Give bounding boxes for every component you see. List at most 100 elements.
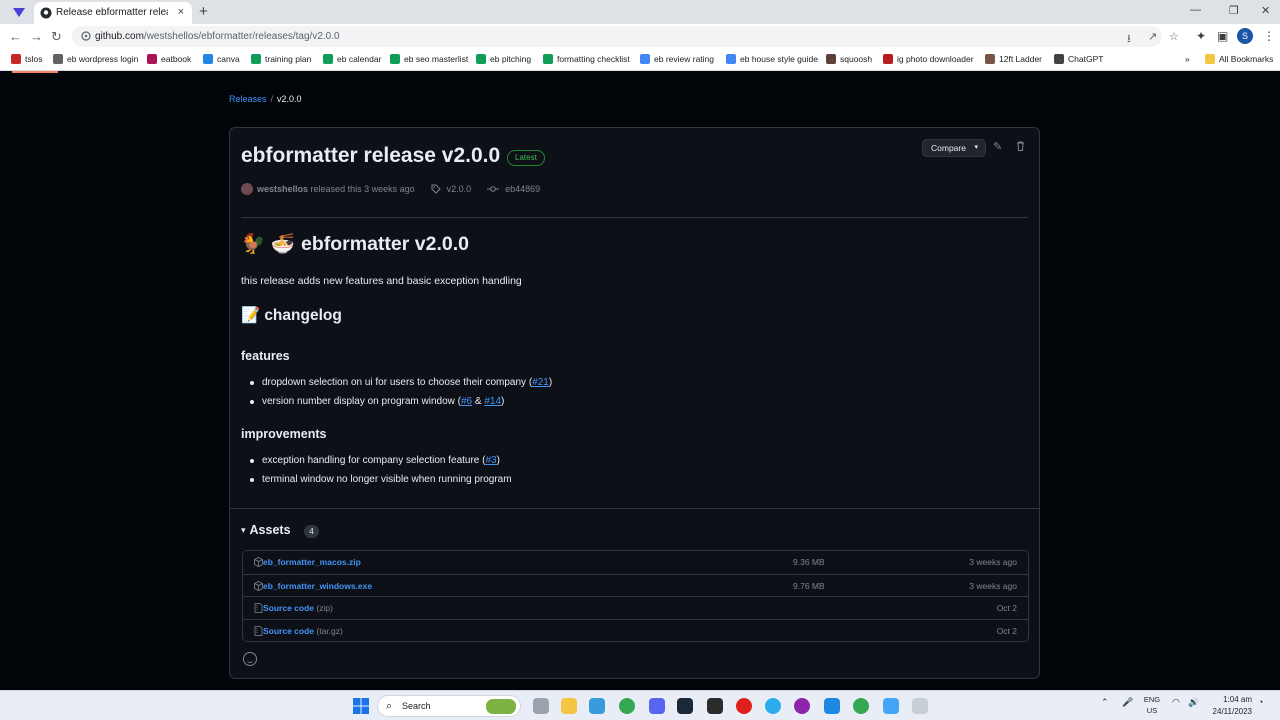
telegram-icon[interactable] [765, 698, 781, 714]
site-info-icon[interactable] [81, 31, 91, 41]
list-item-text-end: ) [496, 455, 500, 466]
wifi-icon[interactable]: ◠ [1172, 697, 1180, 708]
issue-link[interactable]: #3 [485, 455, 496, 466]
add-reaction-smiley-icon[interactable] [243, 652, 257, 666]
breadcrumb-releases-link[interactable]: Releases [229, 94, 267, 104]
vscode-icon[interactable] [824, 698, 840, 714]
new-tab-button[interactable]: + [199, 3, 208, 20]
asset-link[interactable]: Source code (tar.gz) [263, 626, 343, 636]
bookmark-item[interactable]: eb house style guide [726, 54, 818, 64]
bookmark-item[interactable]: training plan [251, 54, 311, 64]
install-app-icon[interactable]: ⭳ [1127, 30, 1131, 49]
issue-link[interactable]: #14 [484, 396, 501, 407]
more-menu-icon[interactable]: ⋮ [1263, 29, 1275, 43]
back-arrow-icon[interactable]: ← [9, 29, 22, 44]
bookmark-item[interactable]: canva [203, 54, 240, 64]
file-zip-icon [254, 603, 263, 613]
language-indicator[interactable]: ENG US [1142, 694, 1162, 716]
bookmark-item[interactable]: eb seo masterlist [390, 54, 468, 64]
tag-link[interactable]: v2.0.0 [431, 184, 471, 194]
bookmark-star-icon[interactable]: ☆ [1169, 30, 1179, 43]
clock[interactable]: 1:04 am 24/11/2023 [1208, 694, 1252, 718]
profile-avatar[interactable]: S [1237, 28, 1253, 44]
side-panel-icon[interactable]: ▣ [1217, 29, 1228, 43]
taskbar-search[interactable]: ⌕ Search [377, 695, 521, 717]
discord-icon[interactable] [649, 698, 665, 714]
browser-tabstrip: Release ebformatter release v2.0.0 · wes… [0, 0, 1280, 24]
chrome-profile-icon[interactable] [853, 698, 869, 714]
bookmark-item[interactable]: 12ft Ladder [985, 54, 1042, 64]
notes-intro: this release adds new features and basic… [241, 275, 522, 287]
asset-link[interactable]: Source code (zip) [263, 603, 333, 613]
snipping-tool-icon[interactable] [883, 698, 899, 714]
bookmark-item[interactable]: eb pitching [476, 54, 531, 64]
assets-toggle[interactable]: ▾ Assets [241, 523, 291, 537]
release-title[interactable]: ebformatter release v2.0.0 [241, 144, 500, 168]
asset-link[interactable]: eb_formatter_macos.zip [263, 557, 361, 567]
tray-overflow-icon[interactable]: ⌃ [1101, 697, 1109, 708]
bookmark-label: canva [217, 54, 240, 64]
commit-link[interactable]: eb44869 [487, 184, 540, 194]
author-link[interactable]: westshellos [257, 184, 308, 194]
tab-close-icon[interactable]: × [178, 6, 184, 18]
compare-label: Compare [931, 143, 966, 153]
features-list: dropdown selection on ui for users to ch… [249, 376, 552, 413]
delete-trash-icon[interactable] [1016, 141, 1025, 151]
windows-start-icon[interactable] [353, 698, 369, 714]
bookmark-label: ChatGPT [1068, 54, 1104, 64]
address-bar[interactable]: github.com/westshellos/ebformatter/relea… [72, 26, 1179, 49]
minimize-icon[interactable]: — [1190, 4, 1201, 16]
bookmark-item[interactable]: eb review rating [640, 54, 714, 64]
breadcrumb-current: v2.0.0 [277, 94, 302, 104]
bookmark-item[interactable]: eb wordpress login [53, 54, 138, 64]
bookmark-item[interactable]: eb calendar [323, 54, 381, 64]
tab-search-icon[interactable] [12, 5, 26, 19]
bookmarks-overflow-button[interactable]: » [1185, 54, 1190, 64]
active-app-icon[interactable] [912, 698, 928, 714]
bookmark-favicon-icon [985, 54, 995, 64]
author-avatar[interactable] [241, 183, 253, 195]
bookmark-item[interactable]: ig photo downloader [883, 54, 974, 64]
caret-down-icon: ▾ [241, 524, 246, 535]
file-explorer-icon[interactable] [561, 698, 577, 714]
steam-icon[interactable] [677, 698, 693, 714]
bookmark-label: eatbook [161, 54, 192, 64]
features-heading: features [241, 349, 290, 363]
microphone-icon[interactable]: 🎤 [1122, 697, 1133, 708]
tor-browser-icon[interactable] [794, 698, 810, 714]
share-icon[interactable]: ↗ [1148, 30, 1157, 43]
bookmark-favicon-icon [640, 54, 650, 64]
forward-arrow-icon[interactable]: → [30, 29, 43, 44]
bookmark-item[interactable]: eatbook [147, 54, 191, 64]
list-item-text-mid: & [472, 395, 485, 407]
bookmark-label: eb seo masterlist [404, 54, 469, 64]
notifications-bell-icon[interactable]: ◔ [1258, 697, 1263, 707]
edit-pencil-icon[interactable]: ✎ [993, 140, 1002, 153]
reload-icon[interactable]: ↻ [51, 29, 62, 45]
opera-icon[interactable] [736, 698, 752, 714]
asset-name: eb_formatter_macos.zip [263, 557, 361, 567]
epic-games-icon[interactable] [707, 698, 723, 714]
bookmark-item[interactable]: tslos [11, 54, 42, 64]
close-window-icon[interactable]: ✕ [1261, 4, 1270, 17]
browser-tab-active[interactable]: Release ebformatter release v2.0.0 · wes… [34, 2, 192, 24]
bookmark-favicon-icon [476, 54, 486, 64]
task-view-icon[interactable] [533, 698, 549, 714]
all-bookmarks-folder[interactable]: All Bookmarks [1205, 54, 1273, 64]
restore-icon[interactable]: ❐ [1229, 4, 1239, 17]
commit-hash: eb44869 [505, 184, 541, 194]
release-card: ebformatter release v2.0.0 Latest Compar… [229, 127, 1040, 679]
chrome-icon[interactable] [619, 698, 635, 714]
asset-link[interactable]: eb_formatter_windows.exe [263, 581, 372, 591]
extensions-puzzle-icon[interactable]: ✦ [1196, 29, 1206, 43]
issue-link[interactable]: #21 [532, 377, 549, 388]
bookmark-item[interactable]: formatting checklist [543, 54, 630, 64]
compare-button[interactable]: Compare ▾ [922, 139, 986, 157]
store-icon[interactable] [589, 698, 605, 714]
bookmark-item[interactable]: squoosh [826, 54, 872, 64]
issue-link[interactable]: #6 [461, 396, 472, 407]
volume-icon[interactable]: 🔊 [1188, 697, 1199, 708]
bookmark-item[interactable]: ChatGPT [1054, 54, 1103, 64]
notes-heading-text: ebformatter v2.0.0 [300, 232, 469, 255]
breadcrumb-separator: / [270, 94, 274, 104]
